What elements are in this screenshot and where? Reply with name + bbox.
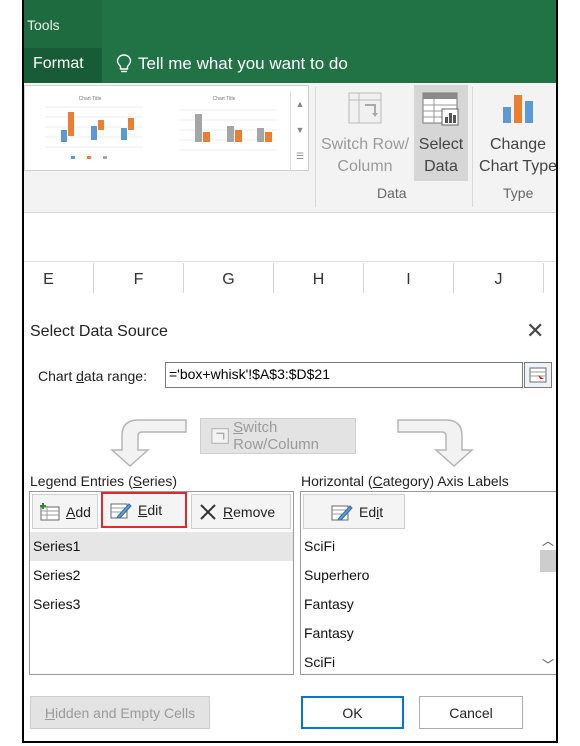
thumb-2-title: Chart Title bbox=[213, 96, 236, 102]
chart-tools-context: Tools bbox=[24, 0, 102, 48]
category-item: Superhero bbox=[304, 567, 370, 583]
switch-row-line2: Column bbox=[337, 158, 393, 175]
switch-row-column-ribbon-button[interactable]: Switch Row/ Column bbox=[320, 85, 410, 181]
category-item: Fantasy bbox=[304, 625, 354, 641]
column-header[interactable]: E bbox=[24, 263, 94, 293]
switch-left-arrow-icon bbox=[110, 419, 187, 468]
category-item: SciFi bbox=[304, 654, 336, 670]
category-item: Fantasy bbox=[304, 596, 354, 612]
group-label-data: Data bbox=[377, 185, 407, 201]
switch-row-line1: Switch Row/ bbox=[320, 136, 410, 153]
change-chart-type-line1: Change bbox=[489, 136, 547, 153]
switch-button-label: Switch Row/Column bbox=[233, 419, 320, 453]
select-data-line2: Data bbox=[424, 158, 458, 175]
change-chart-type-icon bbox=[503, 95, 533, 123]
legend-entries-panel: Add Edit Remove Series1 Series2 Series3 bbox=[29, 491, 294, 675]
add-label: Add bbox=[66, 503, 91, 520]
remove-label: Remove bbox=[223, 503, 276, 520]
column-header[interactable]: J bbox=[454, 263, 544, 293]
legend-entries-label: Legend Entries (Series) bbox=[30, 473, 178, 489]
axis-edit-label: Edit bbox=[359, 503, 384, 520]
series-item[interactable]: Series3 bbox=[30, 590, 293, 619]
edit-label: Edit bbox=[138, 502, 163, 518]
chart-styles-gallery: Chart Title Chart Title ▲ ▼ ☰ bbox=[24, 85, 309, 171]
column-header[interactable]: H bbox=[274, 263, 364, 293]
gallery-up-icon[interactable]: ▲ bbox=[291, 91, 309, 117]
select-data-ribbon-button[interactable]: Select Data bbox=[414, 85, 468, 181]
switch-row-column-button[interactable]: Switch Row/Column bbox=[200, 418, 356, 454]
range-select-button[interactable] bbox=[524, 362, 552, 388]
select-data-line1: Select bbox=[418, 136, 464, 153]
chart-style-thumb-1[interactable]: Chart Title bbox=[31, 92, 149, 164]
group-label-type: Type bbox=[503, 185, 534, 201]
formula-bar-area bbox=[24, 214, 556, 262]
gallery-down-icon[interactable]: ▼ bbox=[291, 117, 309, 143]
gallery-more-icon[interactable]: ☰ bbox=[291, 143, 309, 169]
column-headers: E F G H I J bbox=[24, 263, 556, 293]
series-item[interactable]: Series2 bbox=[30, 561, 293, 590]
thumb-1-title: Chart Title bbox=[79, 96, 102, 102]
change-chart-type-line2: Chart Type bbox=[479, 158, 557, 175]
tab-format[interactable]: Format bbox=[24, 48, 102, 83]
ribbon-separator bbox=[315, 87, 316, 207]
category-list: SciFi Superhero Fantasy Fantasy SciFi bbox=[301, 532, 537, 672]
close-icon[interactable]: ✕ bbox=[526, 318, 544, 344]
scroll-down-icon[interactable]: ﹀ bbox=[539, 656, 556, 674]
series-list: Series1 Series2 Series3 bbox=[30, 532, 293, 672]
category-scrollbar[interactable]: ︿ ﹀ bbox=[539, 532, 556, 674]
axis-labels-label: Horizontal (Category) Axis Labels bbox=[301, 473, 509, 489]
tell-me-search[interactable]: Tell me what you want to do bbox=[116, 54, 348, 74]
series-item[interactable]: Series1 bbox=[30, 532, 293, 561]
tell-me-text: Tell me what you want to do bbox=[138, 54, 348, 73]
column-header[interactable]: F bbox=[94, 263, 184, 293]
hidden-cells-label: Hidden and Empty Cells bbox=[44, 704, 196, 721]
scroll-up-icon[interactable]: ︿ bbox=[539, 532, 556, 550]
select-data-source-dialog: Select Data Source ✕ Chart data range: =… bbox=[24, 313, 556, 741]
dialog-title: Select Data Source bbox=[30, 323, 168, 340]
cancel-button[interactable]: Cancel bbox=[419, 696, 523, 729]
axis-labels-panel: Edit SciFi Superhero Fantasy Fantasy Sci… bbox=[300, 491, 556, 675]
chart-range-label: Chart data range: bbox=[38, 368, 147, 384]
hidden-empty-cells-button[interactable]: Hidden and Empty Cells bbox=[30, 696, 210, 729]
gallery-scroll[interactable]: ▲ ▼ ☰ bbox=[290, 91, 309, 171]
ribbon: Chart Title Chart Title ▲ ▼ ☰ Switch Row… bbox=[24, 83, 556, 213]
add-button[interactable]: Add bbox=[32, 494, 98, 529]
column-header[interactable]: G bbox=[184, 263, 274, 293]
select-data-icon bbox=[422, 92, 459, 126]
ok-button[interactable]: OK bbox=[301, 696, 404, 729]
chart-range-input[interactable]: ='box+whisk'!$A$3:$D$21 bbox=[165, 362, 523, 388]
tools-label: Tools bbox=[27, 17, 60, 33]
chart-style-thumb-2[interactable]: Chart Title bbox=[165, 92, 283, 164]
edit-series-button[interactable]: Edit bbox=[101, 492, 187, 528]
lightbulb-icon bbox=[116, 54, 132, 73]
screenshot-frame: Tools Format Tell me what you want to do… bbox=[22, 0, 558, 743]
range-collapse-icon bbox=[529, 367, 547, 383]
add-icon bbox=[40, 502, 60, 520]
remove-icon bbox=[200, 503, 216, 520]
scroll-thumb[interactable] bbox=[540, 550, 556, 572]
edit-icon bbox=[110, 503, 132, 519]
ribbon-separator bbox=[472, 87, 473, 207]
switch-icon bbox=[211, 428, 229, 444]
ribbon-tabs-bar: Tools Format Tell me what you want to do bbox=[24, 0, 556, 83]
column-header[interactable]: I bbox=[364, 263, 454, 293]
switch-right-arrow-icon bbox=[397, 419, 474, 468]
change-chart-type-button[interactable]: Change Chart Type bbox=[476, 85, 557, 181]
switch-row-column-icon bbox=[348, 92, 382, 124]
edit-icon bbox=[331, 504, 353, 520]
axis-edit-button[interactable]: Edit bbox=[303, 494, 405, 529]
remove-button[interactable]: Remove bbox=[191, 494, 291, 529]
category-item: SciFi bbox=[304, 538, 336, 554]
